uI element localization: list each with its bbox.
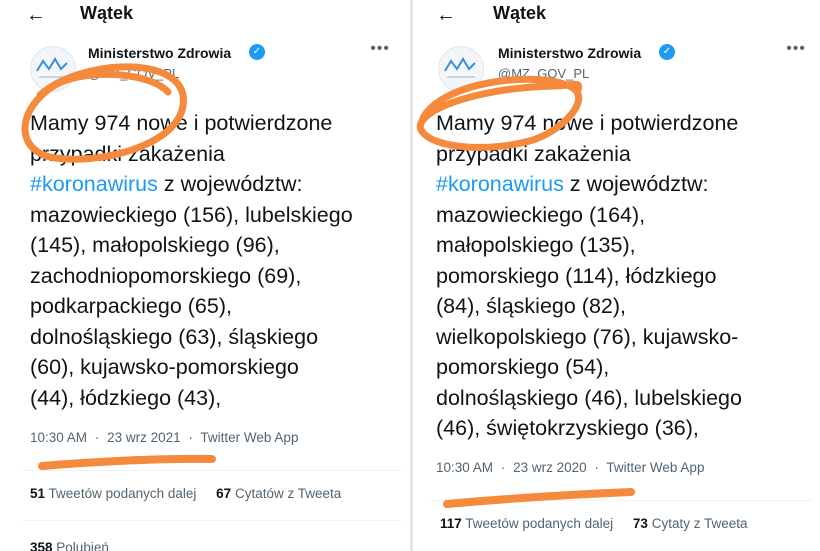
author-name[interactable]: Ministerstwo Zdrowia — [88, 45, 231, 61]
tweet-timestamp: 10:30 AM · 23 wrz 2020 · Twitter Web App — [436, 460, 704, 475]
divider — [22, 470, 402, 471]
tweet-line: małopolskiego (135), — [436, 233, 636, 257]
hashtag-link[interactable]: #koronawirus — [436, 172, 564, 196]
tweet-date[interactable]: 23 wrz 2021 — [107, 430, 181, 445]
tweet-date[interactable]: 23 wrz 2020 — [513, 460, 587, 475]
tweet-source-app[interactable]: Twitter Web App — [606, 460, 704, 475]
arrow-left-icon[interactable]: ← — [26, 4, 46, 27]
tweet-line: (84), śląskiego (82), — [436, 294, 626, 318]
quotes-stat[interactable]: 67 Cytatów z Tweeta — [216, 486, 341, 501]
tweet-time[interactable]: 10:30 AM — [436, 460, 493, 475]
divider — [429, 500, 812, 501]
meta-separator: · — [188, 430, 193, 445]
meta-separator: · — [594, 460, 599, 475]
tweet-line: Mamy 974 nowe i potwierdzone — [30, 111, 333, 135]
tweet-line: #koronawirus z województw: — [30, 169, 400, 200]
tweet-line: pomorskiego (114), łódzkiego — [436, 263, 717, 288]
tweet-line: dolnośląskiego (63), śląskiego — [30, 324, 319, 349]
more-options-icon[interactable]: ••• — [370, 40, 390, 58]
tweet-line-rest: z województw: — [563, 172, 709, 196]
tweet-line: mazowieckiego (156), lubelskiego — [30, 202, 353, 227]
tweet-line: podkarpackiego (65), — [30, 294, 232, 318]
tweet-line: pomorskiego (54), — [436, 355, 610, 379]
author-name[interactable]: Ministerstwo Zdrowia — [498, 45, 641, 61]
more-options-icon[interactable]: ••• — [786, 40, 806, 58]
tweet-line: przypadki zakażenia — [436, 141, 631, 166]
top-bar: ← Wątek — [413, 0, 820, 34]
ministry-logo-icon — [36, 57, 68, 78]
tweet-line: mazowieckiego (164), — [436, 202, 646, 227]
meta-separator: · — [94, 430, 100, 445]
tweet-line: (46), świętokrzyskiego (36), — [436, 416, 699, 440]
tweet-line: przypadki zakażenia — [30, 141, 225, 166]
page-title: Wątek — [80, 3, 134, 23]
top-bar: ← Wątek — [0, 0, 410, 34]
retweets-stat[interactable]: 51 Tweetów podanych dalej — [30, 486, 196, 501]
ministry-logo-icon — [444, 57, 476, 78]
verified-badge-icon: ✓ — [659, 44, 675, 60]
author-handle[interactable]: @MZ_GOV_PL — [88, 66, 179, 81]
author-handle[interactable]: @MZ_GOV_PL — [498, 66, 589, 81]
tweet-line: wielkopolskiego (76), kujawsko- — [436, 324, 739, 349]
tweet-text: Mamy 974 nowe i potwierdzone przypadki z… — [436, 108, 806, 444]
tweet-line: (145), małopolskiego (96), — [30, 233, 280, 257]
tweet-line: zachodniopomorskiego (69), — [30, 263, 302, 288]
tweet-source-app[interactable]: Twitter Web App — [200, 430, 298, 445]
avatar[interactable] — [30, 46, 76, 92]
page-title: Wątek — [493, 3, 547, 23]
quotes-stat[interactable]: 73 Cytaty z Tweeta — [633, 516, 748, 531]
tweet-line: dolnośląskiego (46), lubelskiego — [436, 385, 742, 410]
tweet-stats: 51 Tweetów podanych dalej 67 Cytatów z T… — [30, 486, 341, 501]
tweet-line: (60), kujawsko-pomorskiego — [30, 355, 299, 379]
tweet-text: Mamy 974 nowe i potwierdzone przypadki z… — [30, 108, 400, 413]
likes-stat[interactable]: 358 Polubień — [30, 540, 109, 551]
verified-badge-icon: ✓ — [249, 44, 265, 60]
retweets-stat[interactable]: 117 Tweetów podanych dalej — [440, 516, 613, 531]
tweet-line-rest: z województw: — [157, 172, 303, 196]
tweet-panel-left: ← Wątek Ministerstwo Zdrowia ✓ @MZ_GOV_P… — [0, 0, 410, 551]
tweet-line: #koronawirus z województw: — [436, 169, 806, 200]
meta-separator: · — [500, 460, 506, 475]
tweet-stats: 358 Polubień — [30, 540, 109, 551]
arrow-left-icon[interactable]: ← — [436, 4, 456, 27]
tweet-panel-right: ← Wątek Ministerstwo Zdrowia ✓ @MZ_GOV_P… — [413, 0, 820, 551]
tweet-timestamp: 10:30 AM · 23 wrz 2021 · Twitter Web App — [30, 430, 298, 445]
tweet-time[interactable]: 10:30 AM — [30, 430, 87, 445]
tweet-line: (44), łódzkiego (43), — [30, 385, 222, 410]
tweet-line: Mamy 974 nowe i potwierdzone — [436, 111, 739, 135]
tweet-stats: 117 Tweetów podanych dalej 73 Cytaty z T… — [440, 516, 748, 531]
avatar[interactable] — [438, 46, 484, 92]
divider — [22, 520, 402, 521]
hashtag-link[interactable]: #koronawirus — [30, 172, 158, 196]
